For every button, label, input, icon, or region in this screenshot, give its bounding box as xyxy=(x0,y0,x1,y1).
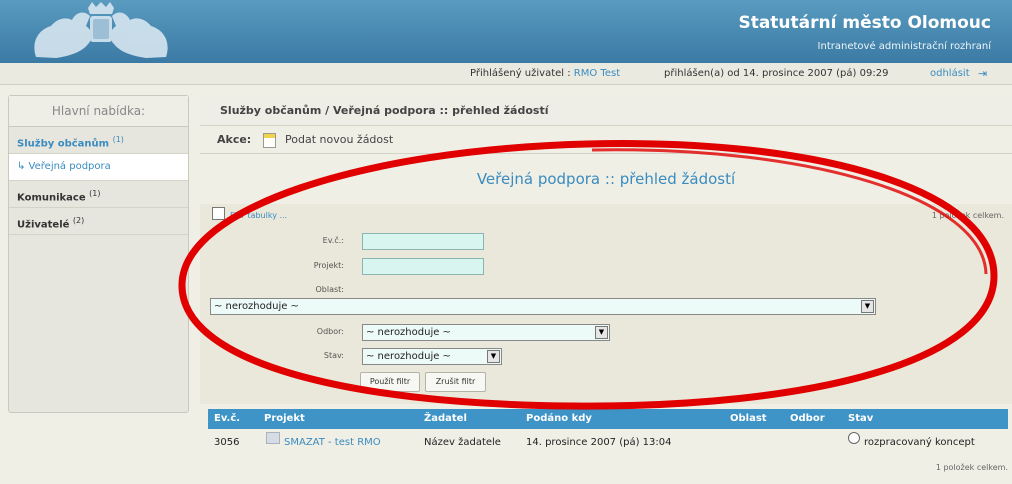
sidebar-item-count: (1) xyxy=(112,135,124,144)
sidebar-item-komunikace[interactable]: Komunikace (1) xyxy=(9,181,188,208)
logged-user-link[interactable]: RMO Test xyxy=(574,68,620,79)
cell-podano: 14. prosince 2007 (pá) 13:04 xyxy=(526,437,672,448)
items-count-bottom: 1 položek celkem. xyxy=(935,463,1008,472)
cell-stav: rozpracovaný koncept xyxy=(864,437,975,448)
sidebar-heading: Hlavní nabídka: xyxy=(9,96,188,127)
logged-user-info: Přihlášený uživatel : RMO Test xyxy=(470,68,620,79)
sidebar-item-label: Komunikace xyxy=(17,192,86,204)
logout-link[interactable]: odhlásit xyxy=(930,68,970,79)
sidebar-item-count: (2) xyxy=(72,216,85,225)
login-since: přihlášen(a) od 14. prosince 2007 (pá) 0… xyxy=(664,68,889,79)
logout-icon[interactable]: ⇥ xyxy=(978,67,987,80)
sidebar-item-sluzby-obcanum[interactable]: Služby občanům (1) xyxy=(9,127,188,154)
sidebar-item-uzivatele[interactable]: Uživatelé (2) xyxy=(9,208,188,235)
user-bar: Přihlášený uživatel : RMO Test přihlášen… xyxy=(0,63,1012,85)
city-subtitle: Intranetové administrační rozhraní xyxy=(817,41,991,52)
document-icon xyxy=(266,432,280,444)
table-row[interactable]: 3056 SMAZAT - test RMO Název žadatele 14… xyxy=(208,432,1008,454)
sidebar: Hlavní nabídka: Služby občanům (1) ↳ Veř… xyxy=(8,95,189,413)
red-highlight-ellipse xyxy=(178,140,998,410)
breadcrumb: Služby občanům / Veřejná podpora :: přeh… xyxy=(200,95,1012,126)
city-title: Statutární město Olomouc xyxy=(738,13,991,33)
app-header: Statutární město Olomouc Intranetové adm… xyxy=(0,0,1012,63)
cell-zadatel: Název žadatele xyxy=(424,437,501,448)
eagle-coat-of-arms-icon xyxy=(34,2,168,58)
sidebar-item-label: ↳ Veřejná podpora xyxy=(17,161,111,172)
status-circle-icon xyxy=(848,432,860,444)
sidebar-item-count: (1) xyxy=(89,189,101,198)
sidebar-item-label: Uživatelé xyxy=(17,219,70,231)
sidebar-item-verejna-podpora[interactable]: ↳ Veřejná podpora xyxy=(9,154,188,181)
sidebar-item-label: Služby občanům xyxy=(17,138,110,150)
logged-user-label: Přihlášený uživatel : xyxy=(470,68,571,79)
cell-ev: 3056 xyxy=(214,437,240,448)
cell-projekt-link[interactable]: SMAZAT - test RMO xyxy=(284,432,381,454)
